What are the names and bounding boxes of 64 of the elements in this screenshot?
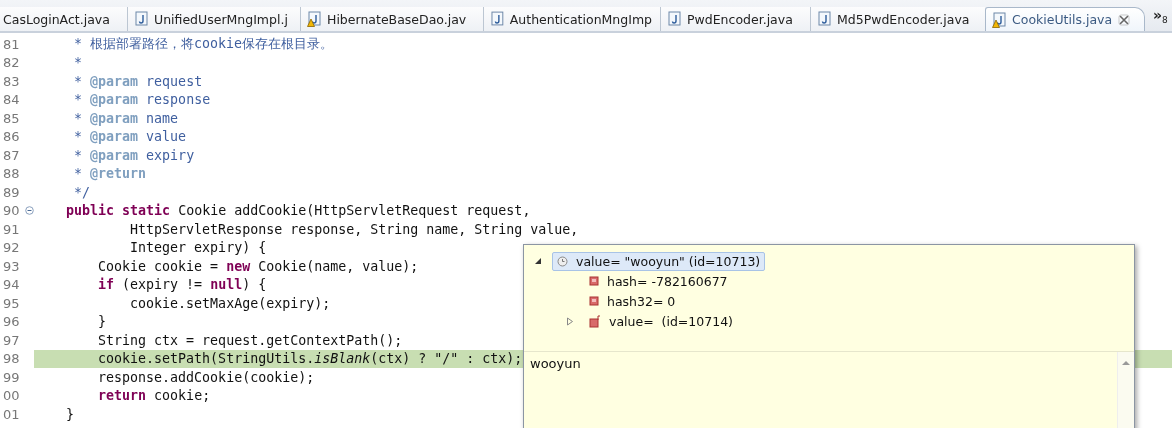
code-line: cookie.setPath(StringUtils.isBlank(ctx) ? "/" : ctx); xyxy=(97,351,523,367)
code-line: */ xyxy=(73,184,91,200)
variable-icon xyxy=(557,255,568,267)
tree-item[interactable]: hash= -782160677 xyxy=(584,271,733,291)
detail-text: wooyun xyxy=(530,356,581,371)
line-number: 89 xyxy=(2,184,21,200)
line-number: 00 xyxy=(2,388,21,404)
line-number: 98 xyxy=(2,351,21,367)
line-number: 82 xyxy=(2,55,21,71)
line-number: 94 xyxy=(2,277,21,293)
scrollbar[interactable] xyxy=(1117,352,1134,428)
tree-item[interactable]: hash32= 0 xyxy=(584,291,681,311)
code-line: * 根据部署路径，将cookie保存在根目录。 xyxy=(73,35,334,54)
collapse-icon[interactable] xyxy=(25,206,34,216)
line-number: 88 xyxy=(2,166,21,182)
code-line: *@param response xyxy=(73,92,211,108)
line-number: 95 xyxy=(2,295,21,311)
editor-tab[interactable]: Md5PwdEncoder.java xyxy=(810,7,985,31)
line-number: 83 xyxy=(2,73,21,89)
code-line: *@param expiry xyxy=(73,147,195,163)
code-line: Cookie cookie = new Cookie(name, value); xyxy=(97,258,419,274)
code-line: Integer expiry) { xyxy=(129,240,267,256)
code-line: * xyxy=(73,55,83,71)
code-line: return cookie; xyxy=(97,388,211,404)
editor-tab[interactable]: HibernateBaseDao.jav xyxy=(300,7,483,31)
code-line: response.addCookie(cookie); xyxy=(97,369,315,385)
code-line: public static Cookie addCookie(HttpServletRequest request, xyxy=(65,203,531,219)
code-line: HttpServletResponse response, String name, String value, xyxy=(129,221,579,237)
line-number: 91 xyxy=(2,221,21,237)
line-number: 86 xyxy=(2,129,21,145)
line-number: 85 xyxy=(2,110,21,126)
line-number: 93 xyxy=(2,258,21,274)
close-icon[interactable] xyxy=(1118,13,1131,26)
line-number: 92 xyxy=(2,240,21,256)
collapsed-arrow-icon[interactable] xyxy=(566,316,574,326)
expanded-arrow-icon[interactable] xyxy=(534,257,542,265)
line-number: 96 xyxy=(2,314,21,330)
editor-tab[interactable]: AuthenticationMngImp xyxy=(483,7,660,31)
code-line: *@param value xyxy=(73,129,187,145)
line-number: 84 xyxy=(2,92,21,108)
field-icon xyxy=(589,314,601,328)
field-icon xyxy=(589,296,599,306)
tree-item[interactable]: value= (id=10714) xyxy=(584,311,738,331)
tree-item[interactable]: value= "wooyun" (id=10713) xyxy=(552,251,766,271)
line-number: 97 xyxy=(2,332,21,348)
code-line: if (expiry != null) { xyxy=(97,277,267,293)
line-number: 01 xyxy=(2,406,21,422)
code-line: cookie.setMaxAge(expiry); xyxy=(129,295,331,311)
line-number: 90 xyxy=(2,203,21,219)
field-icon xyxy=(589,276,599,286)
code-line: *@param request xyxy=(73,73,203,89)
line-number: 81 xyxy=(2,36,21,52)
editor-tab[interactable]: CasLoginAct.java xyxy=(0,7,127,31)
line-number: 99 xyxy=(2,369,21,385)
editor-tab[interactable]: CookieUtils.java xyxy=(985,7,1145,31)
code-line: String ctx = request.getContextPath(); xyxy=(97,332,403,348)
code-line: *@return xyxy=(73,166,147,182)
code-line: } xyxy=(97,314,107,330)
editor-tab[interactable]: PwdEncoder.java xyxy=(660,7,810,31)
code-line: *@param name xyxy=(73,110,179,126)
code-line: } xyxy=(65,406,75,422)
scroll-up-icon[interactable] xyxy=(1122,360,1130,366)
editor-tab[interactable]: UnifiedUserMngImpl.j xyxy=(127,7,300,31)
line-number: 87 xyxy=(2,147,21,163)
